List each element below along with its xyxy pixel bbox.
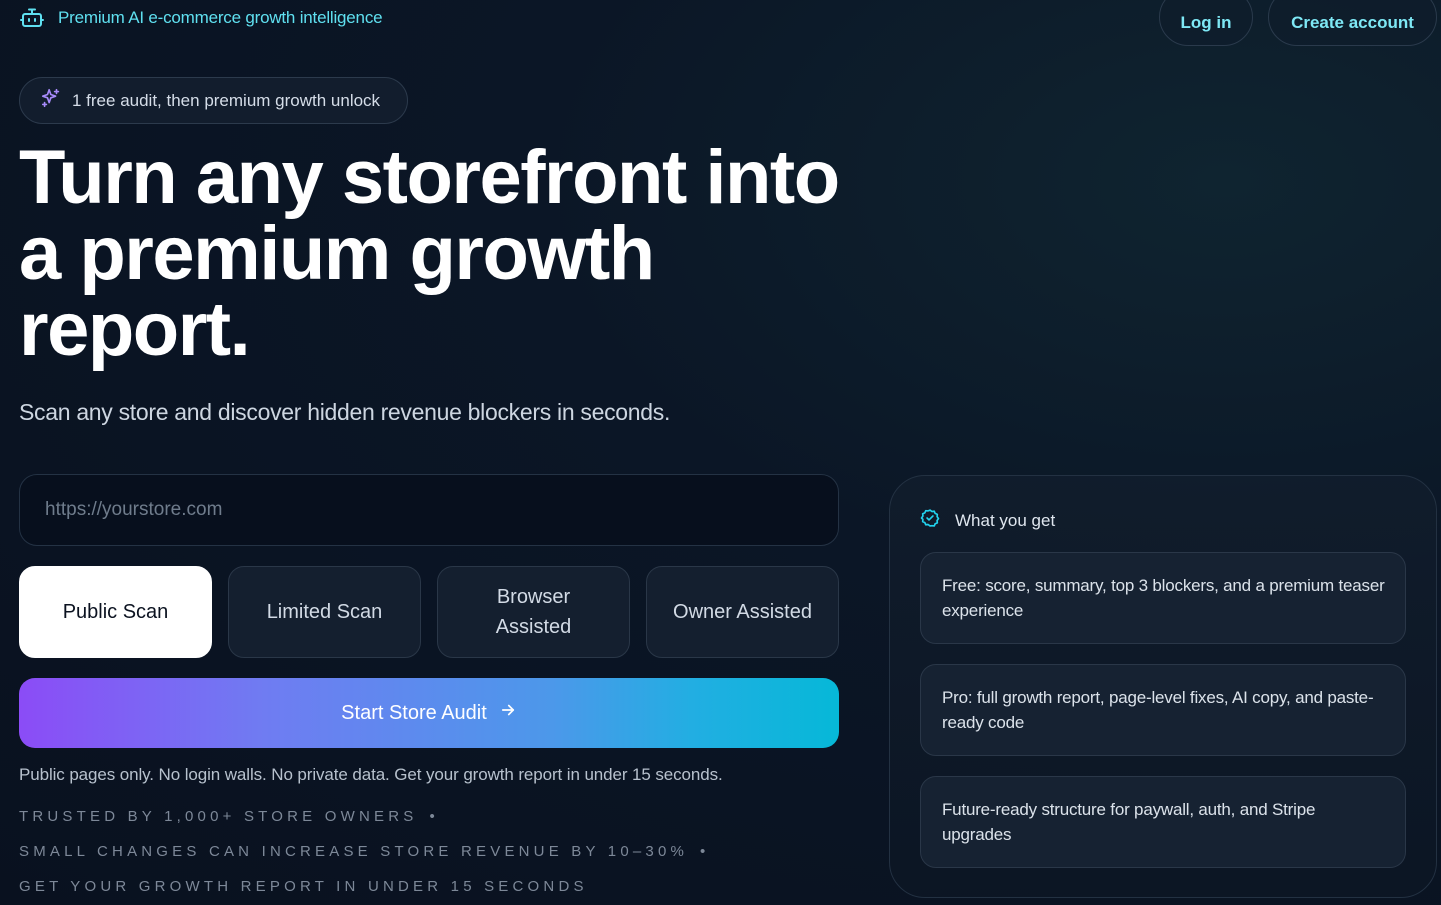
brand[interactable]: Premium AI e-commerce growth intelligenc…	[20, 6, 383, 30]
login-button[interactable]: Log in	[1159, 0, 1253, 46]
benefit-item-free: Free: score, summary, top 3 blockers, an…	[920, 552, 1406, 644]
sparkles-icon	[40, 87, 62, 114]
landing-page: Premium AI e-commerce growth intelligenc…	[0, 0, 1441, 905]
what-you-get-card: What you get Free: score, summary, top 3…	[889, 475, 1437, 898]
trust-line: Get your growth report in under 15 secon…	[19, 878, 588, 895]
scan-option-public[interactable]: Public Scan	[19, 566, 212, 658]
separator-dot: •	[700, 843, 706, 860]
check-circle-icon	[920, 508, 940, 533]
trust-line: Trusted by 1,000+ store owners •	[19, 808, 435, 825]
benefit-item-future: Future-ready structure for paywall, auth…	[920, 776, 1406, 868]
separator-dot: •	[429, 808, 435, 825]
store-url-input[interactable]	[19, 474, 839, 546]
header-nav: Log in Create account	[1159, 0, 1437, 46]
free-audit-badge: 1 free audit, then premium growth unlock	[19, 77, 408, 124]
scan-option-owner-assisted[interactable]: Owner Assisted	[646, 566, 839, 658]
arrow-right-icon	[499, 701, 517, 725]
robot-icon	[20, 6, 44, 30]
trust-line: Small changes can increase store revenue…	[19, 843, 705, 860]
scan-mode-selector: Public Scan Limited Scan Browser Assiste…	[19, 566, 839, 658]
hero-subtitle: Scan any store and discover hidden reven…	[19, 399, 671, 425]
start-audit-button[interactable]: Start Store Audit	[19, 678, 839, 748]
badge-text: 1 free audit, then premium growth unlock	[72, 90, 381, 110]
benefit-item-pro: Pro: full growth report, page-level fixe…	[920, 664, 1406, 756]
privacy-note: Public pages only. No login walls. No pr…	[19, 765, 723, 784]
trust-text: Small changes can increase store revenue…	[19, 843, 689, 860]
brand-text: Premium AI e-commerce growth intelligenc…	[58, 8, 383, 27]
trust-text: Get your growth report in under 15 secon…	[19, 878, 588, 895]
scan-option-limited[interactable]: Limited Scan	[228, 566, 421, 658]
create-account-button[interactable]: Create account	[1268, 0, 1437, 46]
scan-option-browser-assisted[interactable]: Browser Assisted	[437, 566, 630, 658]
start-audit-label: Start Store Audit	[341, 701, 487, 724]
card-header: What you get	[920, 508, 1055, 533]
trust-text: Trusted by 1,000+ store owners	[19, 808, 418, 825]
hero-title: Turn any storefront into a premium growt…	[19, 135, 840, 372]
card-title: What you get	[955, 510, 1056, 530]
